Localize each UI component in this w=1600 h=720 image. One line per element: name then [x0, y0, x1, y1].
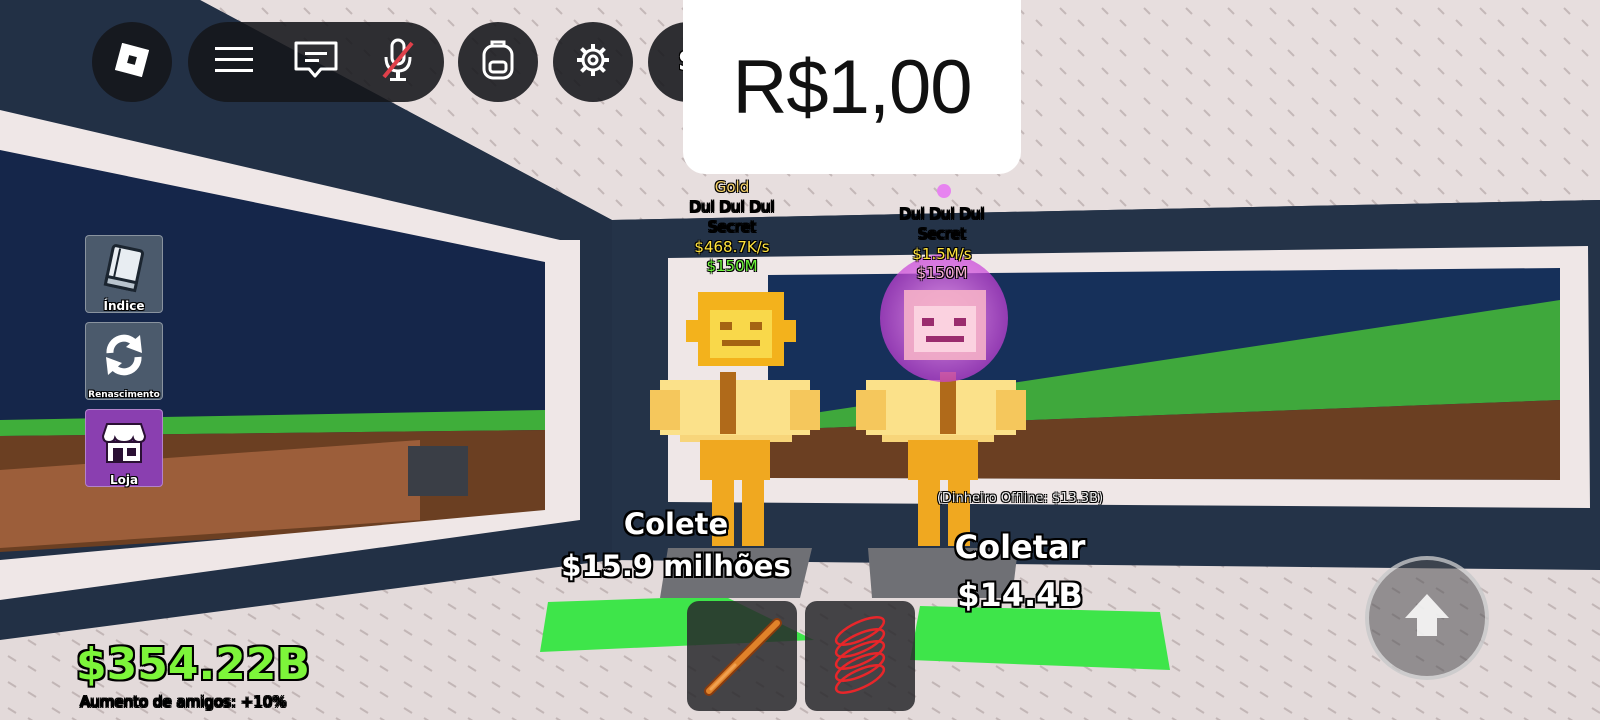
roblox-logo-icon: [114, 42, 150, 81]
jump-button[interactable]: [1365, 556, 1489, 680]
price-popup-label: R$1,00: [732, 44, 972, 130]
backpack-icon: [478, 38, 518, 86]
rebirth-label: Renascimento: [88, 390, 160, 400]
shop-button[interactable]: Loja: [85, 409, 163, 487]
money-amount: $354.22B: [76, 639, 310, 690]
collector-1-title: Colete: [623, 507, 729, 541]
gear-icon: [576, 43, 610, 81]
up-arrow-icon: [1403, 590, 1451, 646]
collector-1-amount: $15.9 milhões: [561, 549, 791, 583]
character-1-name: Dul Dul Dul: [689, 198, 775, 216]
hotbar-slot-1[interactable]: [687, 601, 797, 711]
roblox-menu-button[interactable]: [92, 22, 172, 102]
character-1-mutation: Gold: [714, 178, 750, 196]
collector-2-amount: $14.4B: [957, 576, 1083, 614]
character-2-rate: $1.5M/s: [912, 245, 972, 263]
top-menu-pill: [188, 22, 444, 102]
price-popup[interactable]: R$1,00: [683, 0, 1021, 174]
character-2-price: $150M: [916, 264, 968, 282]
shop-label: Loja: [109, 473, 139, 487]
book-icon: [103, 244, 147, 298]
shop-icon: [99, 418, 149, 472]
microphone-button[interactable]: [358, 22, 438, 102]
character-2-name: Dul Dul Dul: [899, 205, 985, 223]
collector-2-title: Coletar: [954, 528, 1086, 566]
friends-boost-label: Aumento de amigos: +10%: [80, 693, 287, 711]
index-label: Índice: [103, 299, 145, 313]
chat-button[interactable]: [276, 22, 356, 102]
microphone-muted-icon: [378, 37, 418, 87]
settings-button[interactable]: [553, 22, 633, 102]
chat-icon: [293, 40, 339, 84]
refresh-icon: [100, 331, 148, 383]
character-2-rarity: Secret: [918, 225, 966, 243]
collector-2-offline: (Dinheiro Offline: $13.3B): [936, 491, 1104, 506]
rebirth-button[interactable]: Renascimento: [85, 322, 163, 400]
character-1-rarity: Secret: [708, 218, 756, 236]
bat-icon: [697, 611, 787, 705]
backpack-button[interactable]: [458, 22, 538, 102]
character-1-price: $150M: [706, 257, 758, 275]
hamburger-menu-icon: [215, 45, 253, 79]
index-button[interactable]: Índice: [85, 235, 163, 313]
coil-spring-icon: [820, 611, 900, 705]
hotbar-slot-2[interactable]: [805, 601, 915, 711]
hamburger-menu-button[interactable]: [194, 22, 274, 102]
character-1-rate: $468.7K/s: [694, 238, 770, 256]
